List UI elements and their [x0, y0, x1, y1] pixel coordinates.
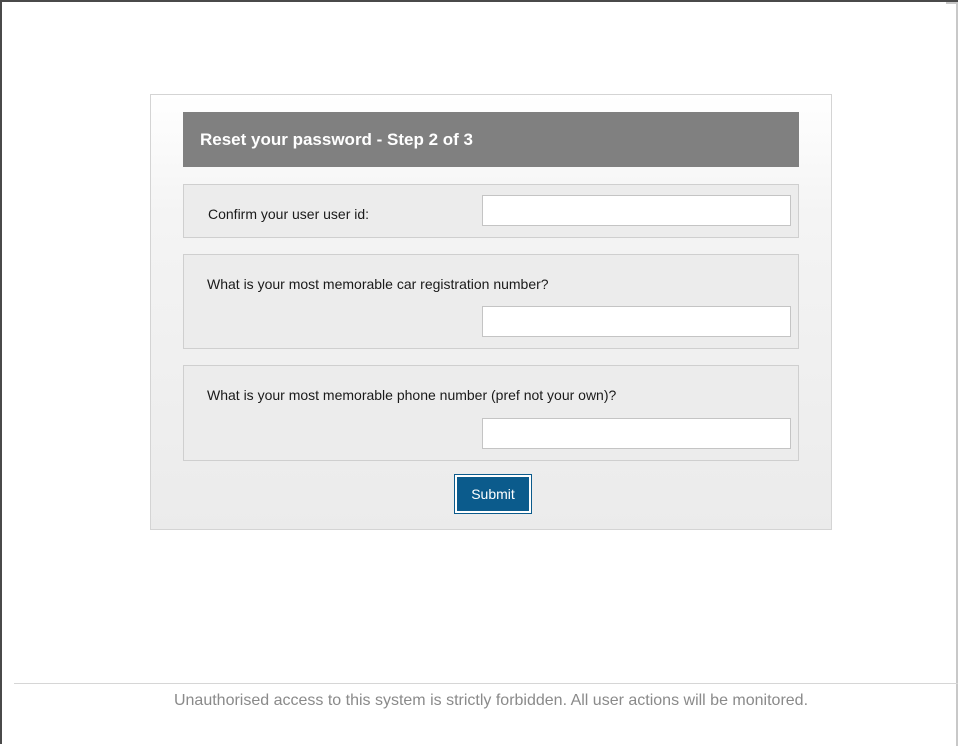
car-registration-label: What is your most memorable car registra… — [207, 276, 549, 292]
user-id-section: Confirm your user user id: — [183, 184, 799, 238]
user-id-label: Confirm your user user id: — [208, 206, 370, 222]
panel-title: Reset your password - Step 2 of 3 — [183, 112, 799, 167]
car-registration-input[interactable] — [482, 306, 791, 337]
footer-notice: Unauthorised access to this system is st… — [173, 692, 809, 709]
phone-number-section: What is your most memorable phone number… — [183, 365, 799, 461]
frame-edge-corner — [946, 2, 958, 4]
footer-divider — [14, 683, 958, 684]
reset-password-panel: Reset your password - Step 2 of 3 Confir… — [150, 94, 832, 530]
car-registration-section: What is your most memorable car registra… — [183, 254, 799, 349]
page-frame: Reset your password - Step 2 of 3 Confir… — [0, 0, 958, 746]
phone-number-input[interactable] — [482, 418, 791, 449]
submit-button[interactable]: Submit — [454, 474, 532, 514]
user-id-input[interactable] — [482, 195, 791, 226]
phone-number-label: What is your most memorable phone number… — [207, 387, 617, 403]
